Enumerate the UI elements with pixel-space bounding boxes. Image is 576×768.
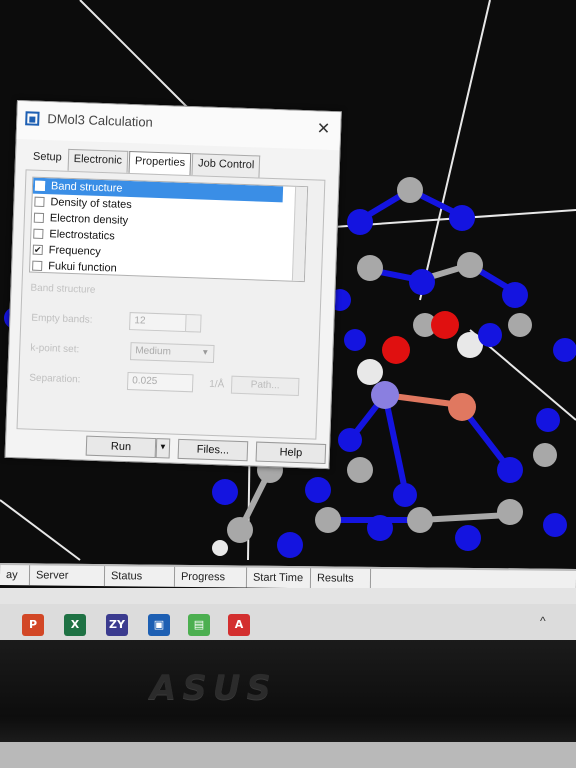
app-green-icon[interactable]: ▤ xyxy=(188,614,210,636)
tab-job-control[interactable]: Job Control xyxy=(191,153,261,178)
empty-bands-spinner[interactable] xyxy=(185,314,202,333)
property-label: Density of states xyxy=(50,196,132,212)
checkbox[interactable] xyxy=(32,260,43,271)
property-label: Band structure xyxy=(50,180,123,195)
dmol3-calculation-dialog: DMol3 Calculation ✕ Setup Electronic Pro… xyxy=(4,100,342,470)
property-label: Fukui function xyxy=(48,260,117,275)
tab-electronic[interactable]: Electronic xyxy=(67,148,129,173)
dmol3-app-icon xyxy=(25,111,40,126)
checkbox[interactable] xyxy=(34,196,45,208)
job-list-area xyxy=(0,588,576,604)
monitor-brand-logo: ASUS xyxy=(150,668,277,708)
windows-taskbar: P X ZY ▣ ▤ A ^ xyxy=(0,604,576,642)
property-label: Electrostatics xyxy=(49,228,115,243)
dialog-button-bar: Run ▼ Files... Help xyxy=(85,435,335,465)
monitor-screen: DMol3 Calculation ✕ Setup Electronic Pro… xyxy=(0,0,576,640)
separation-label: Separation: xyxy=(29,372,81,386)
property-label: Electron density xyxy=(49,212,129,227)
separation-unit: 1/Å xyxy=(209,378,225,391)
list-scrollbar[interactable] xyxy=(291,186,308,282)
run-label: Run xyxy=(110,440,132,454)
run-button[interactable]: Run xyxy=(85,435,157,459)
tab-setup[interactable]: Setup xyxy=(28,147,67,170)
dialog-title: DMol3 Calculation xyxy=(47,111,154,130)
materials-studio-icon[interactable]: ▣ xyxy=(148,614,170,636)
checkmark-icon[interactable]: ✔ xyxy=(32,244,43,255)
acrobat-icon[interactable]: A xyxy=(228,614,250,636)
column-header[interactable]: ay xyxy=(0,564,31,586)
help-button[interactable]: Help xyxy=(255,441,327,464)
run-menu-arrow[interactable]: ▼ xyxy=(155,438,171,459)
empty-bands-label: Empty bands: xyxy=(31,312,93,326)
photo: DMol3 Calculation ✕ Setup Electronic Pro… xyxy=(0,0,576,768)
powerpoint-icon[interactable]: P xyxy=(22,614,44,636)
column-header-results[interactable]: Results xyxy=(310,568,372,589)
tray-overflow-icon[interactable]: ^ xyxy=(540,614,546,628)
path-button[interactable]: Path... xyxy=(230,375,300,397)
properties-panel: Band structure Density of states Electro… xyxy=(16,169,326,440)
column-header-start-time[interactable]: Start Time xyxy=(246,567,312,589)
checkbox[interactable] xyxy=(34,180,46,192)
checkbox[interactable] xyxy=(33,212,45,224)
property-label: Frequency xyxy=(48,244,101,259)
column-header-status[interactable]: Status xyxy=(104,566,176,587)
tab-properties[interactable]: Properties xyxy=(128,150,192,176)
kpoint-set-value: Medium xyxy=(135,345,172,358)
properties-list: Band structure Density of states Electro… xyxy=(28,176,309,283)
kpoint-set-label: k-point set: xyxy=(30,342,80,356)
band-structure-group-title: Band structure xyxy=(30,282,96,296)
files-button[interactable]: Files... xyxy=(177,438,249,462)
kpoint-set-dropdown[interactable]: Medium ▼ xyxy=(129,342,215,364)
column-header-server[interactable]: Server xyxy=(29,565,106,587)
zy-icon[interactable]: ZY xyxy=(106,614,128,636)
excel-icon[interactable]: X xyxy=(64,614,86,636)
chevron-down-icon: ▼ xyxy=(201,347,210,357)
close-icon[interactable]: ✕ xyxy=(316,118,330,138)
column-header-progress[interactable]: Progress xyxy=(174,566,248,588)
checkbox[interactable] xyxy=(33,228,44,239)
separation-input[interactable]: 0.025 xyxy=(126,372,194,393)
desk-surface xyxy=(0,742,576,768)
